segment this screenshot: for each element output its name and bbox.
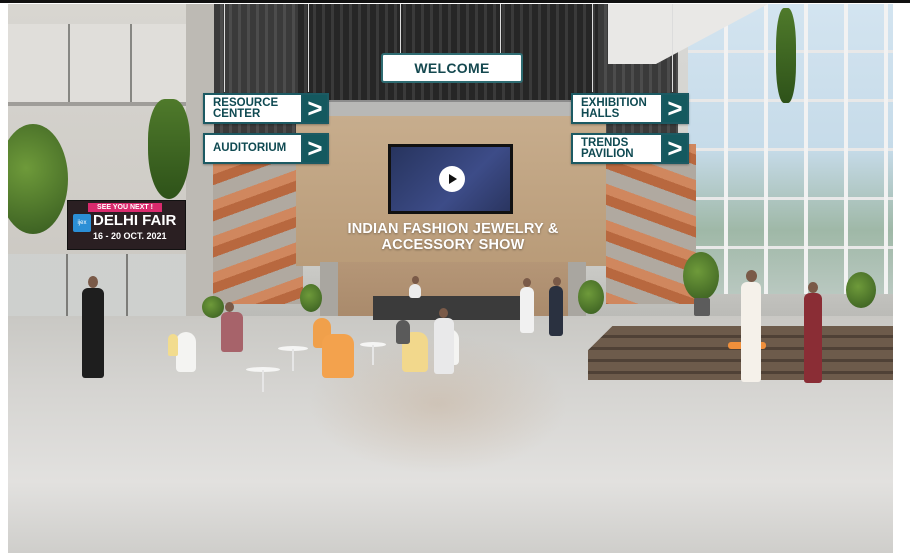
white-chair — [176, 332, 196, 372]
auditorium-button[interactable]: AUDITORIUM > — [203, 133, 329, 164]
left-balcony — [8, 24, 198, 106]
person-head — [553, 277, 561, 286]
sign-wire — [400, 4, 401, 54]
potted-plant-icon — [300, 284, 322, 312]
hanging-plant-icon — [148, 99, 190, 199]
pillar-left — [320, 262, 338, 324]
sign-wire — [672, 4, 673, 92]
chevron-right-icon: > — [301, 93, 329, 124]
play-icon[interactable] — [439, 166, 465, 192]
resource-center-button[interactable]: RESOURCE CENTER > — [203, 93, 329, 124]
concrete-column — [186, 4, 214, 334]
exhibition-halls-button[interactable]: EXHIBITION HALLS > — [571, 93, 689, 124]
person-head — [412, 276, 419, 284]
receptionist — [409, 284, 421, 298]
sign-wire — [224, 4, 225, 92]
woman-with-phone — [804, 293, 822, 383]
trends-pavilion-label: TRENDS PAVILION — [571, 133, 661, 164]
top-border — [0, 0, 910, 3]
trends-pavilion-button[interactable]: TRENDS PAVILION > — [571, 133, 689, 164]
standing-man — [549, 286, 563, 336]
table-leg — [292, 349, 294, 371]
exhibition-halls-label: EXHIBITION HALLS — [571, 93, 661, 124]
fair-dates: 16 - 20 OCT. 2021 — [93, 231, 167, 241]
person-head — [88, 276, 98, 288]
seated-man — [434, 318, 454, 374]
sign-wire — [592, 4, 593, 92]
sign-wire — [500, 4, 501, 54]
chevron-right-icon: > — [661, 133, 689, 164]
table-leg — [262, 370, 264, 392]
welcome-sign: WELCOME — [381, 53, 523, 83]
video-screen[interactable] — [388, 144, 513, 214]
walking-woman — [82, 288, 104, 378]
fair-tagline: SEE YOU NEXT ! — [88, 203, 162, 212]
virtual-lobby-scene: WELCOME RESOURCE CENTER > AUDITORIUM > E… — [8, 4, 893, 553]
person-head — [746, 270, 757, 282]
woman-with-bag — [741, 282, 761, 382]
table-leg — [372, 345, 374, 365]
dark-slat-ceiling — [298, 4, 608, 100]
chevron-right-icon: > — [301, 133, 329, 164]
sign-wire — [308, 4, 309, 92]
potted-plant-icon — [578, 280, 604, 314]
delhi-fair-board[interactable]: SEE YOU NEXT ! ijex DELHI FAIR 16 - 20 O… — [67, 200, 186, 250]
dark-chair — [396, 320, 410, 344]
orange-chair — [322, 334, 354, 378]
hanging-plant-icon — [776, 8, 796, 103]
resource-center-label: RESOURCE CENTER — [203, 93, 301, 124]
staircase-left — [213, 164, 303, 304]
chevron-right-icon: > — [661, 93, 689, 124]
seated-person — [221, 312, 243, 352]
show-title-line2: ACCESSORY SHOW — [381, 237, 525, 253]
auditorium-label: AUDITORIUM — [203, 133, 301, 164]
show-title: INDIAN FASHION JEWELRY & ACCESSORY SHOW — [308, 221, 598, 253]
yellow-chair — [168, 334, 178, 356]
person-head — [225, 302, 234, 312]
potted-plant-icon — [683, 252, 719, 300]
ijex-logo-icon: ijex — [73, 214, 91, 232]
potted-plant-icon — [846, 272, 876, 308]
show-title-line1: INDIAN FASHION JEWELRY & — [347, 221, 559, 237]
standing-man — [520, 287, 534, 333]
person-head — [808, 282, 818, 293]
fair-name: DELHI FAIR — [93, 212, 177, 229]
plant-pot — [694, 298, 710, 316]
person-head — [523, 278, 531, 287]
reception-desk — [373, 296, 533, 320]
person-head — [439, 308, 448, 318]
